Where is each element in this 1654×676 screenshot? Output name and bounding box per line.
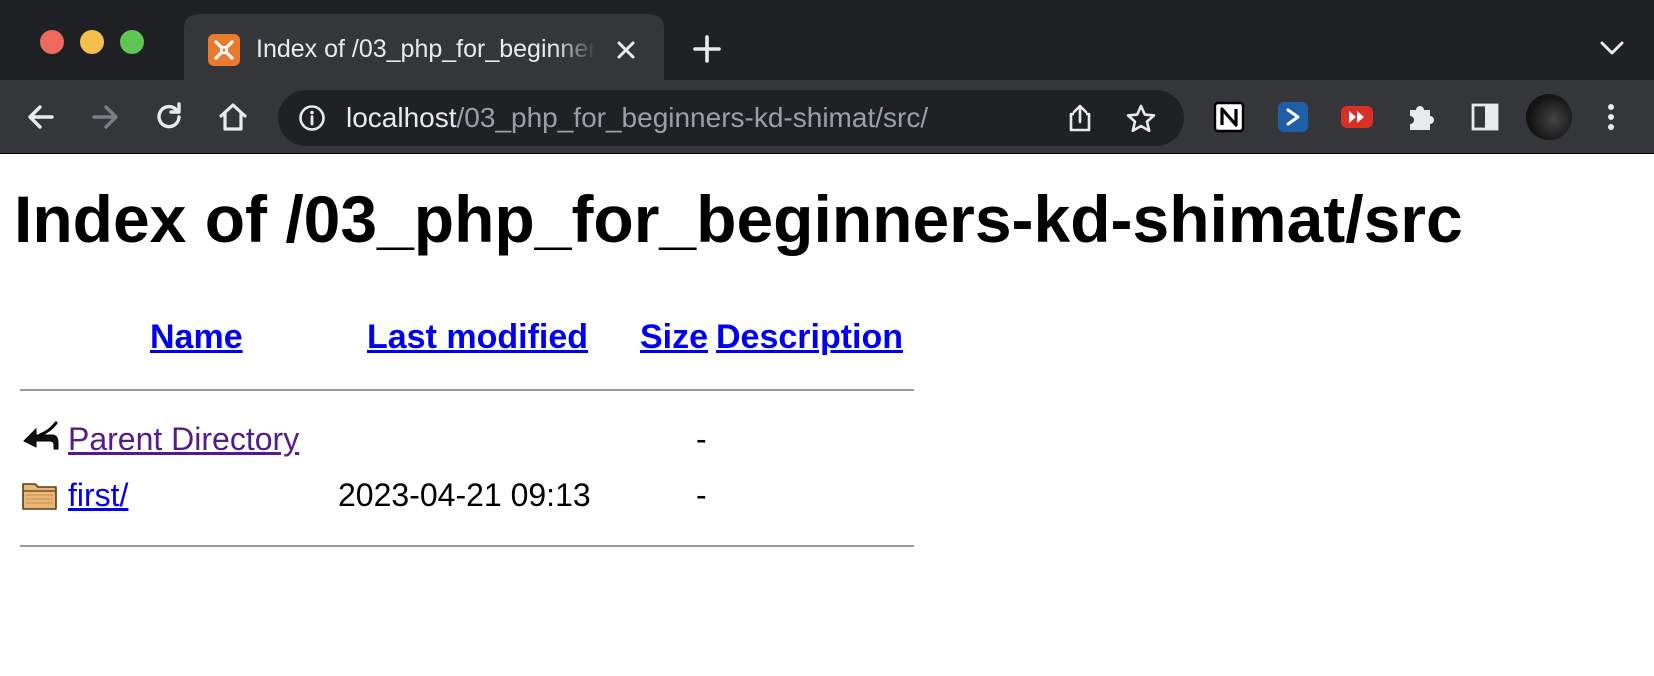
folder-icon [20, 475, 60, 515]
top-divider [20, 389, 914, 391]
close-tab-icon[interactable] [612, 36, 640, 64]
address-bar[interactable]: localhost/03_php_for_beginners-kd-shimat… [278, 90, 1184, 146]
extensions-puzzle-icon[interactable] [1402, 98, 1440, 136]
browser-menu-icon[interactable] [1592, 98, 1630, 136]
row-size: - [696, 421, 707, 457]
xampp-favicon-icon [208, 34, 240, 66]
active-tab[interactable]: Index of /03_php_for_beginners-kd-shimat… [184, 14, 664, 80]
video-extension-icon[interactable] [1338, 98, 1376, 136]
code-extension-icon[interactable] [1274, 98, 1312, 136]
browser-toolbar: localhost/03_php_for_beginners-kd-shimat… [0, 80, 1654, 154]
reload-icon[interactable] [150, 98, 188, 136]
page-title: Index of /03_php_for_beginners-kd-shimat… [14, 182, 1463, 256]
minimize-window-button[interactable] [80, 30, 104, 54]
new-tab-plus-icon[interactable] [690, 32, 724, 66]
side-panel-icon[interactable] [1466, 98, 1504, 136]
sort-by-description-link[interactable]: Description [716, 317, 903, 357]
parent-directory-link[interactable]: Parent Directory [68, 419, 299, 459]
sort-by-last-modified-link[interactable]: Last modified [367, 317, 588, 357]
share-icon[interactable] [1064, 102, 1096, 134]
url-path: /03_php_for_beginners-kd-shimat/src/ [456, 102, 929, 133]
url-host: localhost [346, 102, 457, 133]
back-arrow-icon [20, 417, 60, 457]
sort-by-name-link[interactable]: Name [150, 317, 243, 357]
row-date: 2023-04-21 09:13 [338, 477, 591, 513]
site-info-icon[interactable] [298, 104, 326, 132]
row-size: - [696, 477, 707, 513]
notion-extension-icon[interactable] [1210, 98, 1248, 136]
bottom-divider [20, 545, 914, 547]
tab-title: Index of /03_php_for_beginners-kd-shimat… [256, 35, 596, 63]
home-icon[interactable] [214, 98, 252, 136]
bookmark-star-icon[interactable] [1124, 102, 1158, 136]
folder-first-link[interactable]: first/ [68, 475, 128, 515]
profile-avatar[interactable] [1526, 94, 1572, 140]
url-text[interactable]: localhost/03_php_for_beginners-kd-shimat… [346, 100, 928, 136]
forward-arrow-icon[interactable] [86, 98, 124, 136]
sort-by-size-link[interactable]: Size [640, 317, 708, 357]
browser-titlebar: Index of /03_php_for_beginners-kd-shimat… [0, 0, 1654, 80]
zoom-window-button[interactable] [120, 30, 144, 54]
back-arrow-icon[interactable] [22, 98, 60, 136]
close-window-button[interactable] [40, 30, 64, 54]
tab-search-chevron-down-icon[interactable] [1596, 36, 1628, 60]
page-content: Index of /03_php_for_beginners-kd-shimat… [0, 155, 1654, 676]
